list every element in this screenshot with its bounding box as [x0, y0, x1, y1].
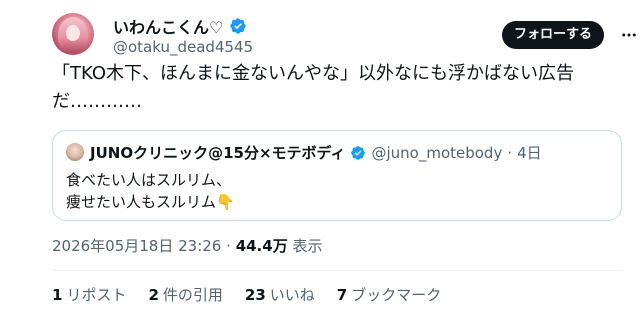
quote-text: 食べたい人はスルリム、 痩せたい人もスルリム👇 — [66, 171, 235, 211]
stat-count: 7 — [336, 286, 348, 304]
quote-author-display-name: JUNOクリニック@15分×モテボディ — [90, 144, 346, 162]
tweet-detail: いわんこくん♡ @otaku_dead4545 フォローする 「TKO木下、ほん… — [0, 0, 640, 318]
quote-author-avatar — [66, 143, 84, 161]
author-name-row: いわんこくん♡ — [113, 14, 247, 38]
meta-separator: · — [226, 237, 231, 255]
stat-likes[interactable]: 23 いいね — [245, 284, 315, 305]
stat-count: 1 — [52, 286, 63, 304]
views-label: 表示 — [292, 237, 323, 255]
quote-header: JUNOクリニック@15分×モテボディ @juno_motebody · 4日 — [90, 142, 542, 163]
verified-badge-icon — [230, 18, 247, 34]
stat-quotes[interactable]: 2 件の引用 — [148, 284, 222, 305]
author-display-name[interactable]: いわんこくん♡ — [113, 14, 223, 38]
stat-label: リポスト — [66, 286, 127, 304]
author-avatar[interactable] — [52, 13, 94, 55]
avatar-face — [66, 25, 80, 41]
quote-author-handle: @juno_motebody — [371, 143, 503, 162]
stat-reposts[interactable]: 1 リポスト — [52, 284, 126, 305]
author-handle[interactable]: @otaku_dead4545 — [113, 38, 253, 56]
quote-separator: · — [507, 143, 513, 162]
views-count: 44.4万 — [235, 237, 288, 255]
stat-label: ブックマーク — [351, 286, 442, 304]
stat-count: 23 — [244, 286, 266, 304]
tweet-meta: 2026年05月18日 23:26 · 44.4万 表示 — [52, 235, 323, 256]
follow-button[interactable]: フォローする — [502, 21, 605, 49]
quote-time: 4日 — [517, 144, 542, 162]
tweet-text: 「TKO木下、ほんまに金ないんやな」以外なにも浮かばない広告だ………… — [52, 63, 574, 112]
stat-bookmarks[interactable]: 7 ブックマーク — [337, 284, 441, 305]
more-options-icon[interactable] — [620, 26, 638, 44]
stat-count: 2 — [148, 286, 159, 304]
engagement-stats: 1 リポスト 2 件の引用 23 いいね 7 ブックマーク — [52, 284, 441, 305]
stat-label: 件の引用 — [162, 286, 223, 304]
quote-verified-badge-icon — [351, 145, 366, 160]
divider — [52, 270, 622, 271]
quoted-tweet[interactable]: JUNOクリニック@15分×モテボディ @juno_motebody · 4日 … — [52, 130, 622, 221]
tweet-timestamp[interactable]: 2026年05月18日 23:26 — [52, 237, 221, 255]
stat-label: いいね — [269, 286, 315, 304]
